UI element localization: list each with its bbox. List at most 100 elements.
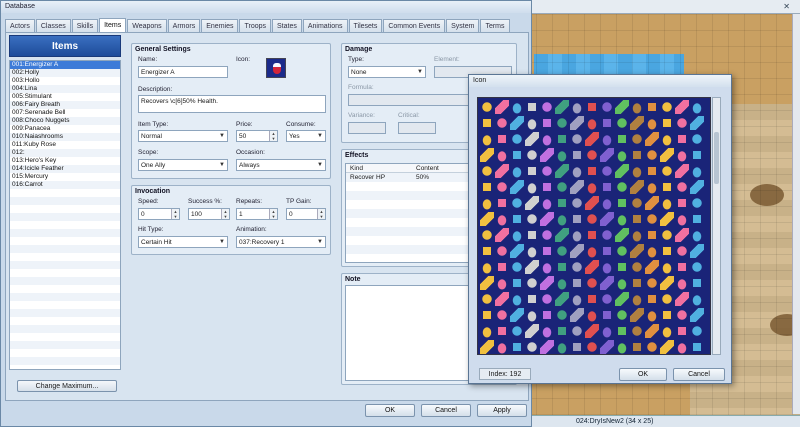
icon-cell[interactable] (615, 132, 629, 146)
icon-cell[interactable] (540, 196, 554, 210)
icon-cell[interactable] (510, 164, 524, 178)
icon-cell[interactable] (615, 340, 629, 354)
icon-cell[interactable] (645, 196, 659, 210)
icon-cell[interactable] (480, 260, 494, 274)
icon-cell[interactable] (570, 228, 584, 242)
tab-classes[interactable]: Classes (35, 19, 71, 32)
icon-cell[interactable] (525, 116, 539, 130)
icon-cell[interactable] (645, 340, 659, 354)
cancel-button[interactable]: Cancel (421, 404, 471, 417)
spin-arrows-icon[interactable]: ▲ ▼ (171, 209, 179, 219)
icon-cell[interactable] (615, 180, 629, 194)
icon-cell[interactable] (585, 100, 599, 114)
tab-states[interactable]: States (272, 19, 302, 32)
icon-cell[interactable] (525, 260, 539, 274)
icon-cell[interactable] (675, 100, 689, 114)
icon-cell[interactable] (675, 260, 689, 274)
icon-cell[interactable] (495, 148, 509, 162)
icon-cell[interactable] (615, 276, 629, 290)
icon-cell[interactable] (615, 100, 629, 114)
icon-cell[interactable] (675, 340, 689, 354)
icon-cell[interactable] (660, 100, 674, 114)
icon-cell[interactable] (675, 148, 689, 162)
icon-cell[interactable] (570, 260, 584, 274)
icon-cell[interactable] (615, 148, 629, 162)
icon-ok-button[interactable]: OK (619, 368, 667, 381)
icon-cell[interactable] (495, 196, 509, 210)
icon-cell[interactable] (690, 292, 704, 306)
icon-cell[interactable] (555, 180, 569, 194)
icon-cell[interactable] (525, 132, 539, 146)
icon-cell[interactable] (645, 132, 659, 146)
icon-cell[interactable] (660, 132, 674, 146)
icon-cell[interactable] (630, 148, 644, 162)
description-field[interactable]: Recovers \c[6]50% Health. (138, 95, 326, 113)
list-item[interactable]: 009:Panacea (10, 125, 120, 133)
icon-cell[interactable] (600, 340, 614, 354)
icon-cell[interactable] (480, 148, 494, 162)
icon-cell[interactable] (630, 212, 644, 226)
icon-cell[interactable] (585, 148, 599, 162)
icon-cell[interactable] (645, 324, 659, 338)
tab-terms[interactable]: Terms (480, 19, 510, 32)
icon-cell[interactable] (630, 308, 644, 322)
price-spinner[interactable]: 50 ▲ ▼ (236, 130, 278, 142)
list-item[interactable]: 010:Naiashrooms (10, 133, 120, 141)
spin-arrows-icon[interactable]: ▲ ▼ (269, 131, 277, 141)
icon-grid[interactable] (477, 97, 711, 355)
tab-armors[interactable]: Armors (167, 19, 201, 32)
icon-cell[interactable] (600, 196, 614, 210)
ok-button[interactable]: OK (365, 404, 415, 417)
icon-cell[interactable] (570, 308, 584, 322)
icon-cell[interactable] (690, 340, 704, 354)
icon-cell[interactable] (615, 116, 629, 130)
icon-cell[interactable] (495, 212, 509, 226)
icon-cell[interactable] (690, 132, 704, 146)
icon-cell[interactable] (660, 276, 674, 290)
icon-cell[interactable] (600, 308, 614, 322)
icon-cell[interactable] (540, 228, 554, 242)
icon-cell[interactable] (525, 228, 539, 242)
icon-cell[interactable] (675, 132, 689, 146)
icon-cell[interactable] (645, 276, 659, 290)
list-item[interactable]: 007:Serenade Bell (10, 109, 120, 117)
icon-cell[interactable] (660, 244, 674, 258)
icon-cell[interactable] (630, 116, 644, 130)
icon-cell[interactable] (525, 308, 539, 322)
icon-cell[interactable] (510, 260, 524, 274)
icon-cell[interactable] (510, 244, 524, 258)
tab-weapons[interactable]: Weapons (127, 19, 167, 32)
icon-cell[interactable] (510, 340, 524, 354)
icon-cell[interactable] (690, 148, 704, 162)
scope-select[interactable]: One Ally ▼ (138, 159, 228, 171)
icon-cell[interactable] (585, 324, 599, 338)
icon-cell[interactable] (480, 100, 494, 114)
icon-cell[interactable] (675, 292, 689, 306)
icon-cell[interactable] (555, 340, 569, 354)
icon-cell[interactable] (675, 116, 689, 130)
icon-cell[interactable] (555, 148, 569, 162)
name-field[interactable]: Energizer A (138, 66, 228, 78)
list-item[interactable]: 002:Holly (10, 69, 120, 77)
list-item[interactable]: 001:Energizer A (10, 61, 120, 69)
icon-cell[interactable] (555, 324, 569, 338)
icon-cell[interactable] (480, 308, 494, 322)
icon-cell[interactable] (645, 212, 659, 226)
icon-cell[interactable] (480, 116, 494, 130)
tab-actors[interactable]: Actors (5, 19, 35, 32)
list-item[interactable]: 013:Hero's Key (10, 157, 120, 165)
icon-cell[interactable] (540, 212, 554, 226)
icon-cell[interactable] (555, 244, 569, 258)
icon-cell[interactable] (540, 308, 554, 322)
icon-cancel-button[interactable]: Cancel (673, 368, 725, 381)
icon-cell[interactable] (690, 228, 704, 242)
scroll-thumb[interactable] (714, 132, 719, 184)
icon-cell[interactable] (525, 292, 539, 306)
icon-cell[interactable] (555, 292, 569, 306)
icon-cell[interactable] (540, 244, 554, 258)
tab-common-events[interactable]: Common Events (383, 19, 446, 32)
icon-cell[interactable] (615, 260, 629, 274)
icon-cell[interactable] (690, 100, 704, 114)
icon-cell[interactable] (540, 132, 554, 146)
list-item[interactable]: 016:Carrot (10, 181, 120, 189)
